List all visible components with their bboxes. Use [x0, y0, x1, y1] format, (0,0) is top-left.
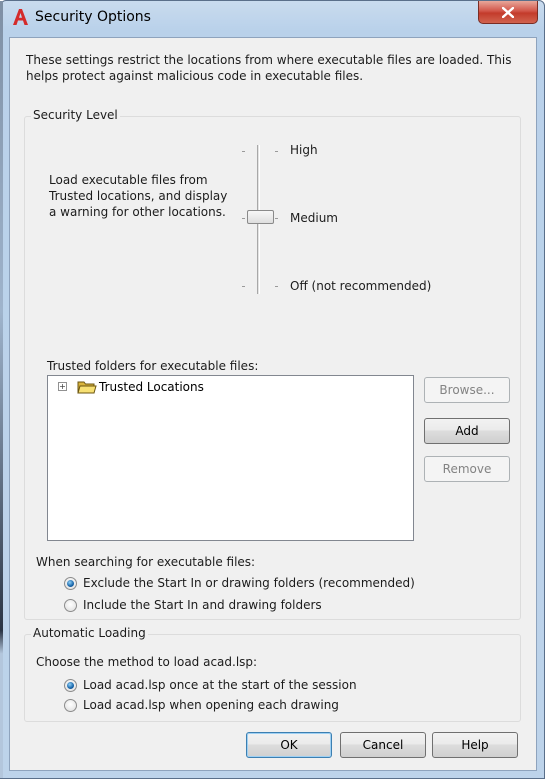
slider-tick: [242, 286, 245, 287]
search-option-include[interactable]: Include the Start In and drawing folders: [64, 598, 322, 612]
automatic-loading-legend: Automatic Loading: [31, 626, 148, 640]
browse-button[interactable]: Browse...: [424, 377, 510, 403]
cancel-button[interactable]: Cancel: [340, 732, 426, 758]
radio-button[interactable]: [64, 698, 77, 712]
slider-tick: [275, 218, 278, 219]
dialog-window: Security Options These settings restrict…: [0, 0, 545, 779]
remove-button[interactable]: Remove: [424, 456, 510, 482]
trusted-folders-tree[interactable]: + Trusted Locations: [47, 375, 414, 541]
help-button[interactable]: Help: [432, 732, 518, 758]
security-level-legend: Security Level: [31, 108, 120, 122]
security-level-description: Load executable files from Trusted locat…: [49, 173, 228, 219]
security-level-slider-thumb[interactable]: [247, 210, 274, 224]
level-label-medium: Medium: [290, 211, 338, 225]
title-bar[interactable]: Security Options: [1, 1, 544, 37]
dialog-body: These settings restrict the locations fr…: [9, 37, 537, 771]
level-label-off: Off (not recommended): [290, 279, 432, 293]
slider-tick: [275, 286, 278, 287]
search-option-include-label: Include the Start In and drawing folders: [83, 598, 322, 612]
level-label-high: High: [290, 143, 318, 157]
load-option-each[interactable]: Load acad.lsp when opening each drawing: [64, 698, 339, 712]
dialog-title: Security Options: [35, 9, 151, 25]
load-option-each-label: Load acad.lsp when opening each drawing: [83, 698, 339, 712]
intro-text: These settings restrict the locations fr…: [26, 53, 512, 83]
radio-button-checked[interactable]: [64, 576, 77, 590]
load-option-once[interactable]: Load acad.lsp once at the start of the s…: [64, 678, 357, 692]
radio-button-checked[interactable]: [64, 678, 77, 692]
close-button[interactable]: [478, 1, 538, 24]
tree-item-trusted-locations[interactable]: Trusted Locations: [99, 380, 204, 394]
search-option-exclude[interactable]: Exclude the Start In or drawing folders …: [64, 576, 415, 590]
ok-button[interactable]: OK: [246, 732, 332, 758]
load-option-once-label: Load acad.lsp once at the start of the s…: [83, 678, 357, 692]
slider-tick: [242, 218, 245, 219]
autocad-app-icon: [13, 9, 28, 25]
add-button[interactable]: Add: [424, 418, 510, 444]
slider-tick: [242, 151, 245, 152]
load-method-label: Choose the method to load acad.lsp:: [36, 655, 258, 669]
tree-expand-icon[interactable]: +: [58, 382, 67, 391]
close-icon: [502, 6, 514, 18]
slider-tick: [275, 151, 278, 152]
search-label: When searching for executable files:: [36, 555, 256, 569]
folder-icon: [77, 381, 97, 394]
search-option-exclude-label: Exclude the Start In or drawing folders …: [83, 576, 415, 590]
radio-button[interactable]: [64, 598, 77, 612]
trusted-folders-label: Trusted folders for executable files:: [47, 359, 259, 373]
